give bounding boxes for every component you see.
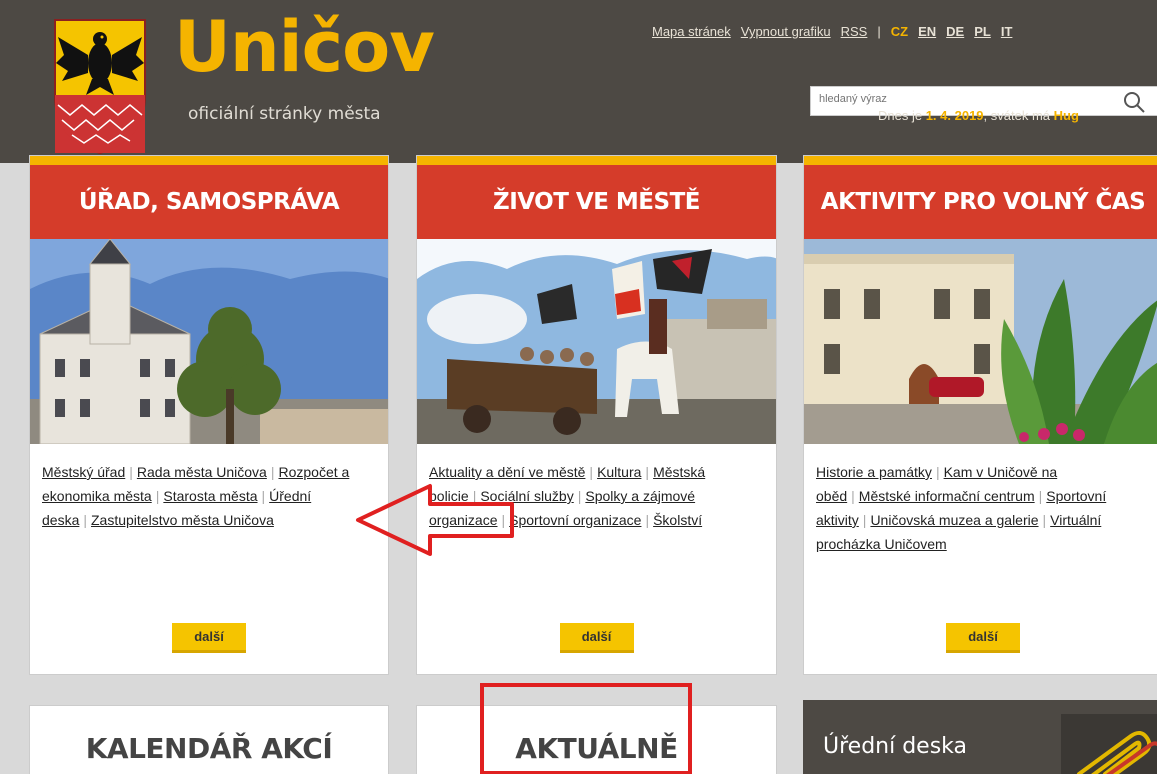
card-accent (417, 156, 776, 165)
card-office: ÚŘAD, SAMOSPRÁVA Městský úřad | Rada měs… (29, 155, 389, 675)
today-date: 1. 4. 2019 (925, 108, 984, 123)
today-mid: , svátek má (983, 108, 1050, 123)
card-title[interactable]: ŽIVOT VE MĚSTĚ (417, 165, 776, 239)
town-square-photo[interactable] (804, 239, 1157, 444)
card-title[interactable]: ÚŘAD, SAMOSPRÁVA (30, 165, 388, 239)
card-city-life: ŽIVOT VE MĚSTĚ Aktuality a dění ve městě… (416, 155, 777, 675)
link-item[interactable]: Sportovní organizace (509, 512, 641, 528)
link-item[interactable]: Aktuality a dění ve městě (429, 464, 585, 480)
site-tagline: oficiální stránky města (188, 104, 381, 124)
more-button[interactable]: další (559, 623, 634, 653)
sitemap-link[interactable]: Mapa stránek (652, 24, 731, 39)
link-item[interactable]: Školství (653, 512, 702, 528)
card-accent (804, 156, 1157, 165)
festival-photo[interactable] (417, 239, 776, 444)
card-leisure: AKTIVITY PRO VOLNÝ ČAS Historie a památk… (803, 155, 1157, 675)
lang-en[interactable]: EN (918, 24, 936, 39)
link-item[interactable]: Kultura (597, 464, 641, 480)
more-button[interactable]: další (946, 623, 1020, 653)
site-header: Uničov oficiální stránky města Mapa strá… (0, 0, 1157, 163)
link-item[interactable]: Městský úřad (42, 464, 125, 480)
lang-de[interactable]: DE (946, 24, 964, 39)
official-board-title[interactable]: Úřední deska (823, 734, 967, 759)
lang-pl[interactable]: PL (974, 24, 991, 39)
today-info: Dnes je 1. 4. 2019, svátek má Hug (878, 108, 1079, 123)
card-links: Historie a památky | Kam v Uničově na oběd… (816, 464, 1107, 552)
calendar-panel: KALENDÁŘ AKCÍ (29, 705, 389, 774)
link-item[interactable]: Zastupitelstvo města Uničova (91, 512, 274, 528)
separator: | (877, 24, 881, 39)
coat-of-arms-eagle-icon[interactable] (50, 15, 150, 155)
lang-it[interactable]: IT (1001, 24, 1013, 39)
card-links: Městský úřad | Rada města Uničova | Rozpočet… (42, 464, 350, 528)
more-button[interactable]: další (172, 623, 246, 653)
site-logo-text[interactable]: Uničov (174, 12, 435, 82)
link-item[interactable]: Městské informační centrum (859, 488, 1035, 504)
calendar-title[interactable]: KALENDÁŘ AKCÍ (30, 732, 388, 765)
annotation-arrow-icon (356, 484, 514, 556)
link-item[interactable]: Rada města Uničova (137, 464, 267, 480)
rss-link[interactable]: RSS (841, 24, 868, 39)
paperclip-icon (1077, 731, 1157, 774)
top-links: Mapa stránek Vypnout grafiku RSS | CZ EN DE PL I… (652, 24, 1022, 39)
disable-graphics-link[interactable]: Vypnout grafiku (741, 24, 831, 39)
link-item[interactable]: Historie a památky (816, 464, 932, 480)
today-prefix: Dnes je (878, 108, 923, 123)
town-hall-photo[interactable] (30, 239, 388, 444)
card-title[interactable]: AKTIVITY PRO VOLNÝ ČAS (804, 165, 1157, 239)
link-item[interactable]: Starosta města (163, 488, 257, 504)
card-accent (30, 156, 388, 165)
search-input[interactable] (819, 93, 1109, 105)
search-icon[interactable] (1123, 91, 1145, 113)
link-item[interactable]: Uničovská muzea a galerie (870, 512, 1038, 528)
board-icon-area (1061, 714, 1157, 774)
official-board-panel: Úřední deska (803, 700, 1157, 774)
lang-cz[interactable]: CZ (891, 24, 908, 39)
annotation-highlight-box (480, 683, 692, 774)
name-day: Hug (1053, 108, 1079, 123)
